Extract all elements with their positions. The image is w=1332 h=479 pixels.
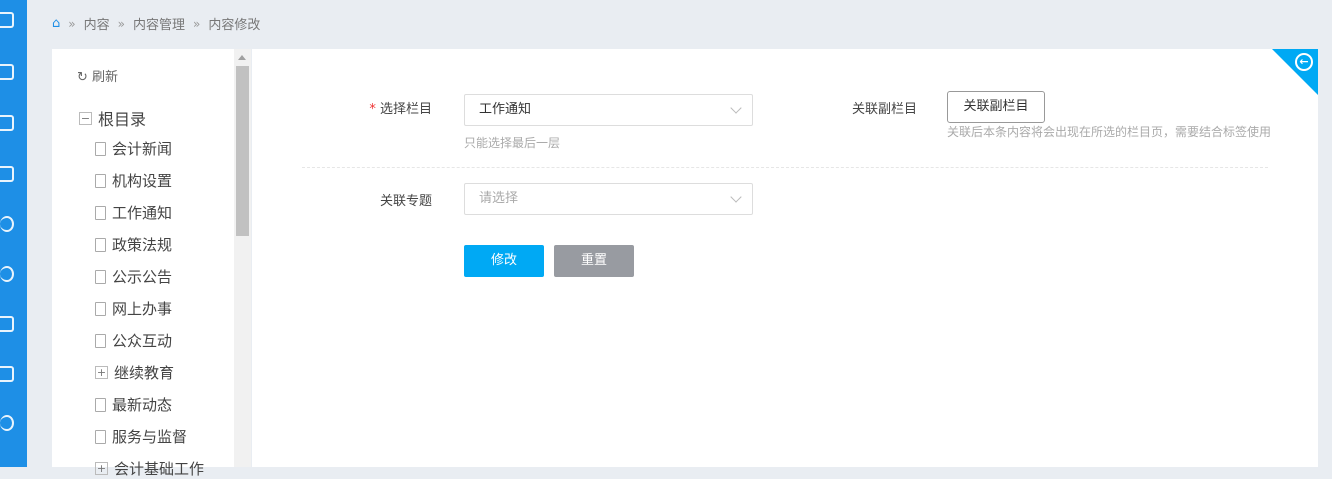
back-icon[interactable]: ←: [1295, 53, 1313, 71]
home-icon[interactable]: ⌂: [52, 16, 60, 31]
expand-icon[interactable]: +: [95, 366, 108, 379]
refresh-button[interactable]: ↻ 刷新: [77, 66, 118, 85]
tree-item[interactable]: 公示公告: [95, 266, 172, 287]
tree-item[interactable]: 服务与监督: [95, 426, 187, 447]
scroll-thumb[interactable]: [236, 66, 249, 236]
chevron-down-icon: [730, 191, 742, 203]
document-icon: [95, 237, 106, 252]
tree-label: 根目录: [98, 110, 147, 129]
tree-item[interactable]: 会计新闻: [95, 138, 172, 159]
tree-item[interactable]: 公众互动: [95, 330, 172, 351]
tree-item[interactable]: 最新动态: [95, 394, 172, 415]
tree-label: 会计基础工作: [114, 460, 205, 478]
refresh-label: 刷新: [92, 70, 119, 85]
document-icon: [95, 205, 106, 220]
submit-button[interactable]: 修改: [464, 245, 544, 277]
category-tree: ↻ 刷新 − 根目录 会计新闻机构设置工作通知政策法规公示公告网上办事公众互动 + 继…: [52, 49, 234, 478]
gear-icon[interactable]: [0, 415, 14, 431]
topic-label: 关联专题: [379, 194, 432, 209]
chevron-down-icon: [730, 102, 742, 114]
user-icon[interactable]: [0, 216, 14, 232]
document-icon: [95, 173, 106, 188]
breadcrumb: ⌂ » 内容 » 内容管理 » 内容修改: [52, 14, 260, 33]
tree-label: 公示公告: [112, 268, 173, 286]
tree-label: 政策法规: [112, 236, 173, 254]
tree-item[interactable]: + 会计基础工作: [95, 458, 204, 479]
tree-item[interactable]: 网上办事: [95, 298, 172, 319]
separator-icon: »: [192, 16, 201, 31]
sub-column-button[interactable]: 关联副栏目: [947, 91, 1045, 123]
divider: [302, 167, 1268, 168]
tree-root[interactable]: − 根目录: [79, 106, 146, 130]
document-icon: [95, 429, 106, 444]
column-value: 工作通知: [479, 102, 532, 117]
breadcrumb-item[interactable]: 内容: [84, 14, 110, 33]
separator-icon: »: [117, 16, 125, 31]
collapse-icon[interactable]: −: [79, 111, 92, 125]
chart-icon[interactable]: [0, 166, 14, 182]
tree-item[interactable]: + 继续教育: [95, 362, 174, 383]
refresh-icon: ↻: [77, 70, 88, 85]
scroll-up-icon[interactable]: [238, 55, 246, 60]
tree-label: 最新动态: [112, 396, 173, 414]
topic-select[interactable]: 请选择: [464, 183, 753, 215]
tree-label: 继续教育: [114, 364, 175, 382]
document-icon: [95, 269, 106, 284]
side-rail: [0, 0, 27, 467]
tree-label: 工作通知: [112, 204, 173, 222]
column-select[interactable]: 工作通知: [464, 94, 753, 126]
column-hint: 只能选择最后一层: [464, 136, 561, 150]
tree-label: 会计新闻: [112, 140, 173, 158]
file-icon[interactable]: [0, 64, 14, 80]
tree-label: 网上办事: [112, 300, 173, 318]
tree-label: 机构设置: [112, 172, 173, 190]
sub-column-hint: 关联后本条内容将会出现在所选的栏目页，需要结合标签使用: [947, 125, 1272, 139]
document-icon: [95, 333, 106, 348]
sub-column-label: 关联副栏目: [851, 102, 917, 117]
reset-button[interactable]: 重置: [554, 245, 634, 277]
tree-item[interactable]: 工作通知: [95, 202, 172, 223]
tree-label: 服务与监督: [112, 428, 188, 446]
topic-placeholder: 请选择: [479, 191, 519, 206]
tree-label: 公众互动: [112, 332, 173, 350]
expand-icon[interactable]: +: [95, 462, 108, 475]
document-icon: [95, 397, 106, 412]
breadcrumb-item[interactable]: 内容管理: [133, 14, 185, 33]
sync-icon[interactable]: [0, 266, 14, 282]
separator-icon: »: [68, 16, 76, 31]
grid-icon[interactable]: [0, 115, 14, 131]
tree-item[interactable]: 政策法规: [95, 234, 172, 255]
breadcrumb-item: 内容修改: [208, 18, 261, 33]
edit-form: ← * 选择栏目 工作通知 只能选择最后一层 关联副栏目 关联副栏目 关联后本条…: [252, 49, 1318, 467]
document-icon: [95, 141, 106, 156]
document-icon: [95, 301, 106, 316]
monitor-icon[interactable]: [0, 12, 14, 28]
tree-scrollbar[interactable]: [234, 49, 251, 467]
column-label: 选择栏目: [379, 102, 432, 117]
tree-item[interactable]: 机构设置: [95, 170, 172, 191]
box-icon[interactable]: [0, 316, 14, 332]
layout-icon[interactable]: [0, 366, 14, 382]
